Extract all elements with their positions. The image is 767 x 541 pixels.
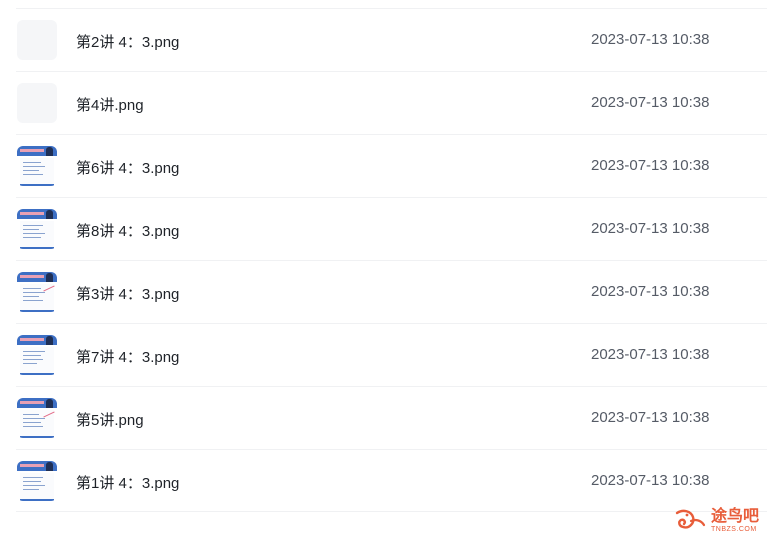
file-date: 2023-07-13 10:38	[591, 220, 710, 237]
file-name[interactable]: 第4讲.png	[76, 94, 144, 115]
file-row[interactable]: 第3讲 4：3.png 2023-07-13 10:38	[16, 260, 767, 323]
image-thumbnail[interactable]	[17, 461, 57, 501]
file-list: 第2讲 4：3.png 2023-07-13 10:38 第4讲.png 202…	[0, 8, 767, 512]
file-name[interactable]: 第3讲 4：3.png	[76, 283, 179, 304]
file-date: 2023-07-13 10:38	[591, 94, 710, 111]
image-thumbnail[interactable]	[17, 83, 57, 123]
file-date: 2023-07-13 10:38	[591, 31, 710, 48]
watermark-title: 途鸟吧	[710, 505, 759, 525]
file-name[interactable]: 第6讲 4：3.png	[76, 157, 179, 178]
file-name[interactable]: 第5讲.png	[76, 409, 144, 430]
file-row[interactable]: 第6讲 4：3.png 2023-07-13 10:38	[16, 134, 767, 197]
file-row[interactable]: 第2讲 4：3.png 2023-07-13 10:38	[16, 8, 767, 71]
bird-logo-icon	[675, 509, 706, 529]
file-name[interactable]: 第1讲 4：3.png	[76, 472, 179, 493]
file-date: 2023-07-13 10:38	[591, 283, 710, 300]
image-thumbnail[interactable]	[17, 272, 57, 312]
file-row[interactable]: 第1讲 4：3.png 2023-07-13 10:38	[16, 449, 767, 512]
watermark-domain: TNBZS.COM	[710, 525, 757, 533]
image-thumbnail[interactable]	[17, 398, 57, 438]
file-name[interactable]: 第7讲 4：3.png	[76, 346, 179, 367]
file-date: 2023-07-13 10:38	[591, 409, 710, 426]
file-date: 2023-07-13 10:38	[591, 157, 710, 174]
image-thumbnail[interactable]	[17, 209, 57, 249]
file-date: 2023-07-13 10:38	[591, 346, 710, 363]
file-date: 2023-07-13 10:38	[591, 472, 710, 489]
file-row[interactable]: 第7讲 4：3.png 2023-07-13 10:38	[16, 323, 767, 386]
file-name[interactable]: 第8讲 4：3.png	[76, 220, 179, 241]
image-thumbnail[interactable]	[17, 146, 57, 186]
image-thumbnail[interactable]	[17, 335, 57, 375]
file-row[interactable]: 第5讲.png 2023-07-13 10:38	[16, 386, 767, 449]
file-row[interactable]: 第4讲.png 2023-07-13 10:38	[16, 71, 767, 134]
watermark: 途鸟吧 TNBZS.COM	[673, 507, 759, 533]
file-name[interactable]: 第2讲 4：3.png	[76, 31, 179, 52]
file-row[interactable]: 第8讲 4：3.png 2023-07-13 10:38	[16, 197, 767, 260]
image-thumbnail[interactable]	[17, 20, 57, 60]
